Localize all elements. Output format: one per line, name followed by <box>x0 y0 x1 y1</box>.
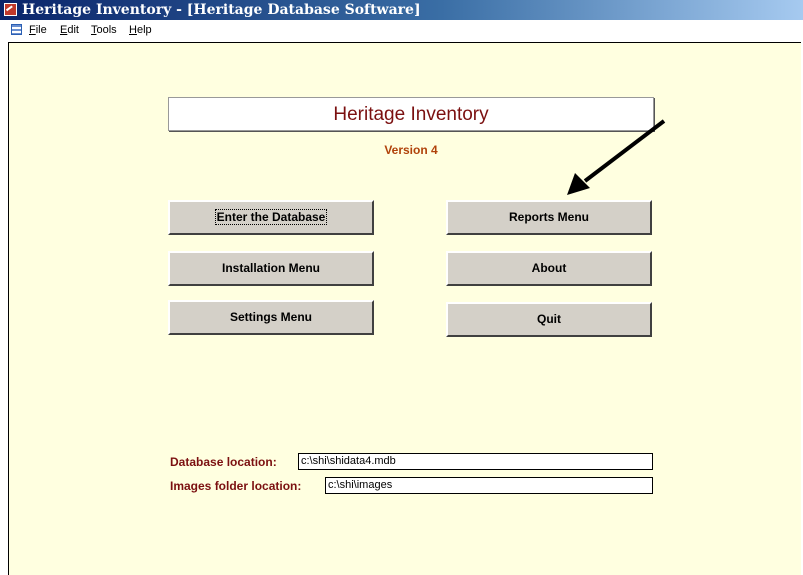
quit-button[interactable]: Quit <box>446 302 652 337</box>
menu-edit-rest: dit <box>67 24 79 36</box>
reports-menu-button[interactable]: Reports Menu <box>446 200 652 235</box>
page-title: Heritage Inventory <box>168 97 654 131</box>
menu-file-rest: ile <box>35 24 47 36</box>
window-title: Heritage Inventory - [Heritage Database … <box>22 2 421 18</box>
menu-help-accel: H <box>129 24 137 36</box>
menu-file-accel: F <box>29 24 36 36</box>
settings-menu-button[interactable]: Settings Menu <box>168 300 374 335</box>
images-folder-location-field[interactable]: c:\shi\images <box>325 477 653 494</box>
database-location-field[interactable]: c:\shi\shidata4.mdb <box>298 453 653 470</box>
images-folder-location-label: Images folder location: <box>170 479 302 493</box>
title-bar: Heritage Inventory - [Heritage Database … <box>0 0 803 20</box>
app-icon[interactable] <box>4 3 17 16</box>
document-icon[interactable] <box>11 24 22 35</box>
menu-file[interactable]: File <box>29 23 47 37</box>
enter-database-button[interactable]: Enter the Database <box>168 200 374 235</box>
menu-edit[interactable]: Edit <box>60 23 79 37</box>
menu-tools-rest: ools <box>96 24 117 36</box>
database-location-label: Database location: <box>170 455 277 469</box>
main-form: Heritage Inventory Version 4 Enter the D… <box>8 42 801 575</box>
menu-help[interactable]: Help <box>129 23 152 37</box>
about-button[interactable]: About <box>446 251 652 286</box>
version-label: Version 4 <box>384 143 438 157</box>
enter-database-label: Enter the Database <box>214 209 328 225</box>
menu-help-rest: elp <box>136 24 152 36</box>
menu-tools[interactable]: Tools <box>91 23 117 37</box>
installation-menu-button[interactable]: Installation Menu <box>168 251 374 286</box>
menu-bar: File Edit Tools Help <box>0 20 803 40</box>
